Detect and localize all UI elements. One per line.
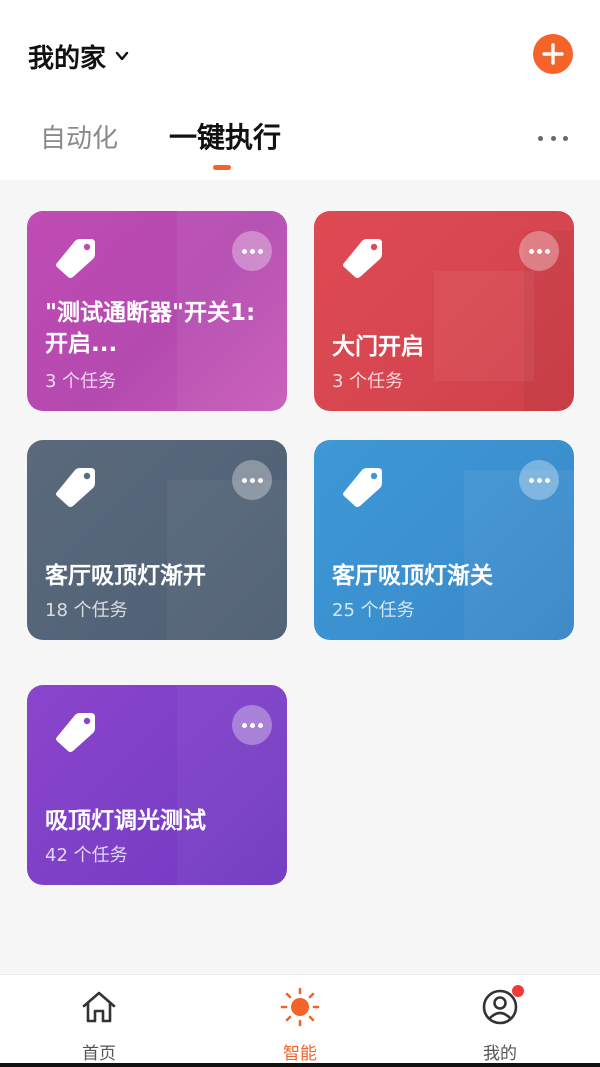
tag-icon: [343, 468, 382, 507]
card-more-button[interactable]: [232, 705, 272, 745]
card-more-button[interactable]: [232, 231, 272, 271]
scene-card[interactable]: 吸顶灯调光测试 42 个任务: [27, 685, 287, 885]
scene-card[interactable]: "测试通断器"开关1:开启... 3 个任务: [27, 211, 287, 411]
more-dot-icon: [563, 135, 568, 141]
nav-smart[interactable]: 智能: [240, 975, 360, 1067]
app-screen: 我的家 自动化 一键执行 "测试通断器"开关1:开启... 3 个任务 大门开启…: [0, 0, 600, 1067]
scene-title: 客厅吸顶灯渐开: [45, 563, 206, 589]
scene-title: 吸顶灯调光测试: [45, 808, 206, 834]
nav-label: 智能: [283, 1044, 317, 1064]
scene-title: "测试通断器"开关1:开启...: [45, 300, 256, 357]
tag-icon: [56, 468, 95, 507]
home-icon: [82, 991, 116, 1023]
header: 我的家 自动化 一键执行: [0, 0, 600, 180]
tab-automation[interactable]: 自动化: [40, 118, 118, 155]
scene-card[interactable]: 大门开启 3 个任务: [314, 211, 574, 411]
scene-card[interactable]: 客厅吸顶灯渐关 25 个任务: [314, 440, 574, 640]
nav-label: 我的: [483, 1044, 517, 1064]
more-dot-icon: [550, 135, 556, 141]
notification-badge: [512, 985, 524, 997]
nav-home[interactable]: 首页: [39, 975, 159, 1067]
task-count: 18 个任务: [45, 600, 128, 621]
tag-icon: [343, 239, 382, 278]
more-options-button[interactable]: [538, 128, 568, 148]
sun-icon: [280, 987, 320, 1027]
plus-icon: [542, 43, 564, 65]
tag-icon: [56, 239, 95, 278]
task-count: 3 个任务: [45, 371, 117, 392]
nav-label: 首页: [82, 1044, 116, 1064]
card-more-button[interactable]: [519, 231, 559, 271]
chevron-down-icon: [115, 51, 129, 61]
task-count: 3 个任务: [332, 371, 404, 392]
bottom-navigation: 首页 智能 我的: [0, 974, 600, 1067]
task-count: 42 个任务: [45, 845, 128, 866]
more-dot-icon: [538, 135, 543, 141]
task-count: 25 个任务: [332, 600, 415, 621]
nav-profile[interactable]: 我的: [440, 975, 560, 1067]
card-more-button[interactable]: [232, 460, 272, 500]
tab-one-click[interactable]: 一键执行: [169, 116, 281, 156]
home-title: 我的家: [28, 43, 107, 74]
scene-card[interactable]: 客厅吸顶灯渐开 18 个任务: [27, 440, 287, 640]
add-button[interactable]: [533, 34, 573, 74]
scene-title: 大门开启: [332, 334, 424, 360]
tab-indicator: [213, 165, 231, 170]
home-indicator-bar: [0, 1063, 600, 1067]
scene-title: 客厅吸顶灯渐关: [332, 563, 493, 589]
home-selector[interactable]: 我的家: [28, 38, 130, 74]
card-more-button[interactable]: [519, 460, 559, 500]
tag-icon: [56, 713, 95, 752]
